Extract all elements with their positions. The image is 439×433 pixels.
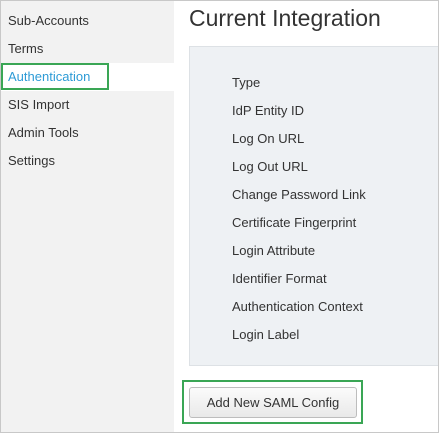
field-label-identifier-format: Identifier Format bbox=[232, 271, 327, 286]
add-new-saml-config-button[interactable]: Add New SAML Config bbox=[189, 387, 357, 418]
field-label-log-out-url: Log Out URL bbox=[232, 159, 308, 174]
field-label-certificate-fingerprint: Certificate Fingerprint bbox=[232, 215, 357, 230]
integration-panel bbox=[189, 46, 438, 366]
sidebar-item-admin-tools[interactable]: Admin Tools bbox=[1, 119, 174, 147]
field-label-type: Type bbox=[232, 75, 261, 90]
sidebar-nav: Sub-Accounts Terms Authentication SIS Im… bbox=[1, 1, 174, 432]
window-frame: Sub-Accounts Terms Authentication SIS Im… bbox=[0, 0, 439, 433]
sidebar-item-settings[interactable]: Settings bbox=[1, 147, 174, 175]
sidebar-item-authentication[interactable]: Authentication bbox=[1, 63, 174, 91]
sidebar-item-sis-import[interactable]: SIS Import bbox=[1, 91, 174, 119]
sidebar-item-terms[interactable]: Terms bbox=[1, 35, 174, 63]
field-label-login-label: Login Label bbox=[232, 327, 300, 342]
field-label-idp-entity-id: IdP Entity ID bbox=[232, 103, 305, 118]
page-title: Current Integration bbox=[189, 5, 381, 31]
field-label-login-attribute: Login Attribute bbox=[232, 243, 316, 258]
field-label-log-on-url: Log On URL bbox=[232, 131, 305, 146]
field-label-authentication-context: Authentication Context bbox=[232, 299, 363, 314]
sidebar-item-sub-accounts[interactable]: Sub-Accounts bbox=[1, 7, 174, 35]
field-label-change-password-link: Change Password Link bbox=[232, 187, 366, 202]
